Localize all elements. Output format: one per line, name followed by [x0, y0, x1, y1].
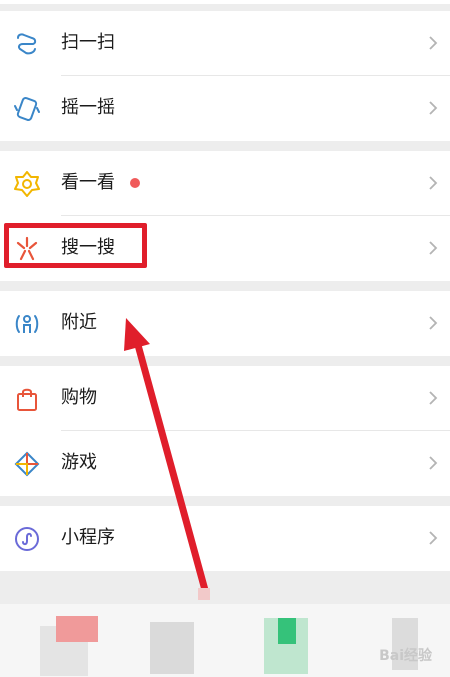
pixel-marker — [198, 588, 210, 600]
tab-contacts[interactable] — [150, 622, 194, 674]
tab-discover-icon — [278, 618, 296, 644]
annotation-arrow-icon — [124, 318, 209, 594]
tab-chats-icon — [56, 616, 98, 642]
watermark: Bai经验 — [379, 648, 432, 664]
bottom-tab-bar: Bai经验 — [0, 604, 450, 677]
